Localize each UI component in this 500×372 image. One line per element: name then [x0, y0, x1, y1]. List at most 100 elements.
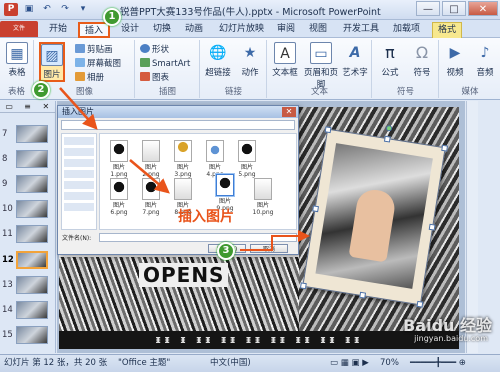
- redo-icon[interactable]: ↷: [58, 3, 72, 16]
- video-button[interactable]: ▶ 视频: [440, 42, 470, 78]
- file-item[interactable]: 图片4.png: [202, 140, 228, 178]
- cancel-button[interactable]: 取消: [250, 244, 288, 253]
- file-item[interactable]: 图片6.png: [106, 178, 132, 216]
- close-button[interactable]: ✕: [468, 1, 498, 16]
- hyperlink-button[interactable]: 🌐 超链接: [203, 42, 233, 78]
- resize-handle[interactable]: [324, 126, 332, 134]
- tab-view[interactable]: 视图: [304, 22, 332, 38]
- slides-tab[interactable]: ▭: [0, 101, 18, 112]
- slide-thumbnail[interactable]: [16, 326, 48, 344]
- chart-button[interactable]: 图表: [140, 72, 169, 84]
- header-footer-button[interactable]: ▭ 页眉和页脚: [304, 42, 338, 90]
- file-name: 图片5.png: [238, 164, 256, 178]
- resize-handle[interactable]: [441, 144, 449, 152]
- tab-developer[interactable]: 开发工具: [338, 22, 384, 38]
- view-buttons[interactable]: ▭ ▦ ▣ ▶: [330, 355, 369, 372]
- slide-thumbnail[interactable]: [16, 175, 48, 193]
- audio-label: 音频: [476, 68, 494, 78]
- resize-handle[interactable]: [359, 291, 367, 299]
- slide-thumbnail[interactable]: [16, 276, 48, 294]
- filename-input[interactable]: [99, 233, 297, 242]
- dialog-close-icon[interactable]: ✕: [282, 107, 296, 117]
- picture-button[interactable]: ▨ 图片: [39, 42, 65, 82]
- theme-status[interactable]: "Office 主题": [118, 355, 170, 372]
- tab-design[interactable]: 设计: [116, 22, 144, 38]
- file-item[interactable]: 图片3.png: [170, 140, 196, 178]
- screenshot-button[interactable]: 屏幕截图: [75, 58, 121, 70]
- slide-thumbnail[interactable]: [16, 225, 48, 243]
- slide-thumbnail[interactable]: [16, 150, 48, 168]
- nav-item[interactable]: [64, 170, 94, 178]
- table-button-label: 表格: [8, 68, 26, 78]
- table-button[interactable]: ▦ 表格: [2, 42, 32, 78]
- shapes-button[interactable]: 形状: [140, 44, 169, 56]
- inserted-picture[interactable]: [299, 124, 449, 308]
- tab-animations[interactable]: 动画: [180, 22, 208, 38]
- tab-slideshow[interactable]: 幻灯片放映: [214, 22, 269, 38]
- tab-insert[interactable]: 插入: [78, 22, 111, 38]
- clipart-button[interactable]: 剪贴画: [75, 44, 113, 56]
- maximize-button[interactable]: □: [442, 1, 466, 16]
- file-thumbnail: [174, 178, 192, 200]
- dialog-navigation-pane: [61, 133, 97, 230]
- dialog-title-bar: 插入图片 ✕: [58, 106, 298, 118]
- nav-item[interactable]: [64, 148, 94, 156]
- file-item[interactable]: 图片1.png: [106, 140, 132, 178]
- undo-icon[interactable]: ↶: [40, 3, 54, 16]
- file-item[interactable]: 图片2.png: [138, 140, 164, 178]
- resize-handle[interactable]: [299, 282, 307, 290]
- zoom-level[interactable]: 70%: [380, 355, 399, 372]
- nav-item[interactable]: [64, 159, 94, 167]
- zoom-slider[interactable]: ━━━━━╋━━━ ⊕: [410, 355, 466, 372]
- file-item[interactable]: 图片10.png: [250, 178, 276, 216]
- nav-item[interactable]: [64, 203, 94, 211]
- powerpoint-app-icon[interactable]: P: [4, 3, 18, 16]
- hyperlink-label: 超链接: [205, 68, 231, 78]
- nav-item[interactable]: [64, 192, 94, 200]
- language-status[interactable]: 中文(中国): [210, 355, 251, 372]
- wordart-button[interactable]: A 艺术字: [340, 42, 370, 78]
- group-images: ▨ 图片 剪贴画 屏幕截图 相册 图像: [35, 40, 135, 98]
- resize-handle[interactable]: [312, 205, 320, 213]
- symbol-button[interactable]: Ω 符号: [407, 42, 437, 78]
- audio-button[interactable]: ♪ 音频: [470, 42, 500, 78]
- tab-file[interactable]: 文件: [0, 21, 38, 37]
- resize-handle[interactable]: [416, 300, 424, 308]
- chart-icon: [140, 72, 150, 81]
- group-media: ▶ 视频 ♪ 音频 媒体: [440, 40, 500, 98]
- customize-toolbar-icon[interactable]: ▾: [76, 3, 90, 16]
- insert-picture-annotation: 插入图片: [178, 209, 234, 225]
- textbox-button[interactable]: A 文本框: [270, 42, 300, 78]
- minimize-button[interactable]: —: [416, 1, 440, 16]
- window-title: 锐普PPT大赛133号作品(牛人).pptx - Microsoft Power…: [120, 7, 381, 18]
- slide-number-selected: 12: [2, 255, 14, 265]
- slide-position-status: 幻灯片 第 12 张，共 20 张: [4, 358, 108, 368]
- tab-format[interactable]: 格式: [432, 22, 463, 38]
- tab-review[interactable]: 审阅: [272, 22, 300, 38]
- file-item[interactable]: 图片5.png: [234, 140, 260, 178]
- smartart-button[interactable]: SmartArt: [140, 58, 190, 70]
- action-button[interactable]: ★ 动作: [235, 42, 265, 78]
- close-panel-icon[interactable]: ✕: [37, 101, 55, 112]
- album-button[interactable]: 相册: [75, 72, 104, 84]
- slide-thumbnail[interactable]: [16, 125, 48, 143]
- save-icon[interactable]: ▣: [22, 3, 36, 16]
- resize-handle[interactable]: [428, 223, 436, 231]
- slide-thumbnail[interactable]: [16, 301, 48, 319]
- file-item[interactable]: 图片7.png: [138, 178, 164, 216]
- tab-transitions[interactable]: 切换: [148, 22, 176, 38]
- dialog-address-bar[interactable]: [61, 120, 295, 130]
- outline-tab[interactable]: ≡: [18, 101, 36, 112]
- equation-button[interactable]: π 公式: [375, 42, 405, 78]
- slide-thumbnail[interactable]: [16, 200, 48, 218]
- file-thumbnail: [216, 174, 234, 196]
- slide-thumbnail-selected[interactable]: [16, 251, 48, 269]
- tab-addins[interactable]: 加载项: [388, 22, 425, 38]
- nav-item[interactable]: [64, 137, 94, 145]
- resize-handle[interactable]: [383, 135, 391, 143]
- slide-bottom-text: ᵻᵻ ᵻ ᵻᵻ ᵻᵻ ᵻᵻ ᵻᵻ ᵻᵻ ᵻᵻ ᵻᵻ: [59, 331, 459, 349]
- step-badge-2: 2: [32, 81, 50, 99]
- album-icon: [75, 72, 85, 81]
- tab-home[interactable]: 开始: [44, 22, 72, 38]
- nav-item[interactable]: [64, 181, 94, 189]
